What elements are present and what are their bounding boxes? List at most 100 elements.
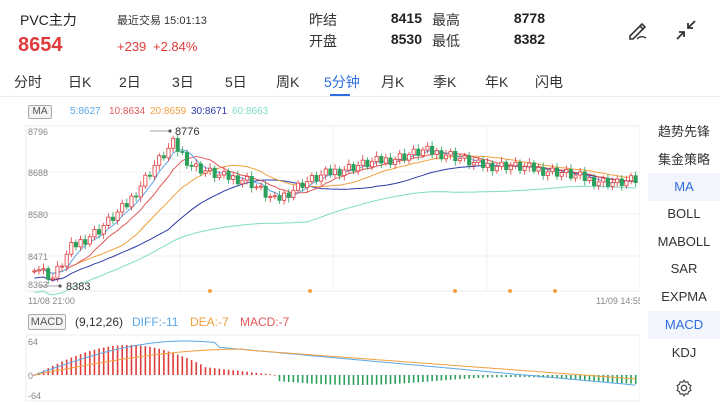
macd-bar [509,375,512,378]
candle-body [249,176,254,188]
last-trade-time: 最近交易 15:01:13 [117,15,207,27]
session-dot [208,289,212,293]
gear-icon[interactable] [674,378,694,398]
candle-body [545,171,550,176]
tab-5day[interactable]: 5日 [225,72,247,92]
candle-body [115,211,120,221]
candlestick-chart[interactable]: 8796 8688 8580 8471 8363 8776 8383 11/08… [0,122,640,312]
macd-chart[interactable]: 64 0 -64 [0,333,640,403]
macd-bar [449,375,452,380]
sidebar-item-kdj[interactable]: KDJ [648,339,720,367]
tab-daily[interactable]: 日K [68,72,91,92]
candle-body [555,167,560,177]
candle-body [184,152,189,166]
macd-bar [398,375,401,384]
tab-timeshare[interactable]: 分时 [14,72,42,92]
candle-body [374,156,379,163]
sidebar-item-ma[interactable]: MA [648,173,720,201]
candle-body [300,182,305,188]
macd-bar [200,364,202,375]
candle-body [596,181,601,187]
macd-bar [500,375,503,378]
candle-body [46,268,51,280]
candle-body [430,145,435,155]
candle-body [138,185,143,198]
macd-bar [209,367,211,375]
macd-dea-line [34,348,636,380]
macd-bar [482,375,484,378]
macd-bar [135,345,137,375]
prev-settle-label: 昨结 [309,12,337,28]
macd-bar [181,356,184,375]
macd-bar [98,348,100,375]
sidebar-item-maboll[interactable]: MABOLL [648,228,720,256]
macd-bar [274,374,276,376]
tab-2day[interactable]: 2日 [119,72,141,92]
macd-diff: DIFF:-11 [132,315,179,329]
candle-body [615,178,620,184]
tab-5min[interactable]: 5分钟 [324,72,360,92]
session-dot [453,289,457,293]
pencil-edit-icon[interactable] [626,18,650,42]
macd-bar [477,375,480,378]
indicator-sidebar: 趋势先锋 集金策略 MA BOLL MABOLL SAR EXPMA MACD … [648,116,720,405]
macd-bar [361,375,364,385]
macd-bar [65,359,68,375]
macd-tag-button[interactable]: MACD [28,314,66,330]
tab-3day[interactable]: 3日 [172,72,194,92]
ma-tag-button[interactable]: MA [28,105,52,119]
candle-body [490,162,495,172]
candle-body [383,157,388,164]
candle-body [522,166,527,171]
candle-body [147,174,152,177]
macd-bar [519,375,521,378]
macd-bar [139,345,142,375]
tab-quarterly[interactable]: 季K [433,72,456,92]
tab-monthly[interactable]: 月K [381,72,404,92]
candle-body [462,155,467,159]
macd-bar [634,375,637,384]
candle-body [41,268,46,271]
sidebar-item-gold-strategy[interactable]: 集金策略 [648,146,720,174]
candle-body [393,158,398,165]
collapse-arrows-icon[interactable] [674,18,698,42]
time-axis-start: 11/08 21:00 [28,296,75,306]
sidebar-item-macd[interactable]: MACD [648,311,720,339]
candle-body [55,265,60,279]
ma5-value: 5:8627 [70,106,101,117]
sidebar-item-boll[interactable]: BOLL [648,200,720,228]
tab-flash[interactable]: 闪电 [535,72,563,92]
macd-bar [607,375,609,383]
candle-body [568,169,573,179]
macd-axis-mid: 0 [28,371,33,381]
session-dot [508,289,512,293]
macd-bar [334,375,336,385]
candle-body [175,138,180,152]
macd-bar [579,375,581,380]
macd-bar [426,375,429,382]
candle-body [203,170,208,174]
candle-body [189,164,194,167]
macd-bar [472,375,475,379]
macd-bar [431,375,433,382]
macd-bar [574,375,577,380]
sidebar-item-sar[interactable]: SAR [648,255,720,283]
candle-body [592,177,597,187]
open-label: 开盘 [309,33,337,49]
macd-bar [366,375,369,385]
candle-body [221,170,226,176]
tab-weekly[interactable]: 周K [276,72,299,92]
candle-body [134,195,139,198]
sidebar-item-trend-pioneer[interactable]: 趋势先锋 [648,118,720,146]
candle-body [527,162,532,168]
tab-yearly[interactable]: 年K [485,72,508,92]
price-change: +239 [117,39,147,54]
candle-body [60,265,65,268]
sidebar-item-expma[interactable]: EXPMA [648,283,720,311]
candle-body [402,153,407,161]
candle-body [309,174,314,182]
macd-bar [408,375,410,383]
candle-body [564,169,569,173]
macd-bar [505,375,507,378]
candle-body [397,153,402,160]
